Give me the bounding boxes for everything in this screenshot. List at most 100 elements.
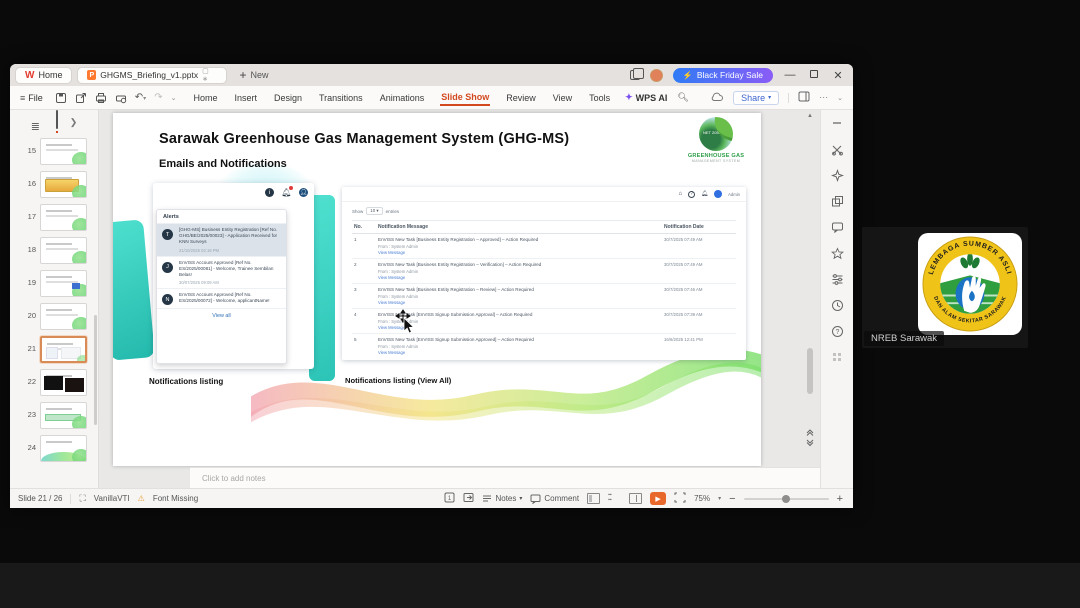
participant-video-tile[interactable]: LEMBAGA SUMBER ASLI DAN ALAM SEKITAR SAR… (862, 227, 1028, 348)
more-quick-icons-chevron[interactable]: ⌄ (171, 94, 177, 102)
layout-icon[interactable] (821, 188, 853, 214)
previous-slide-icon[interactable] (806, 428, 814, 436)
scrollbar-thumb[interactable] (807, 348, 813, 394)
ghgms-logo: NET 2050 GREENHOUSE GAS MANAGEMENT SYSTE… (685, 117, 747, 163)
table-row: 2 EnVISS New Task [Business Entity Regis… (352, 259, 736, 284)
alert-avatar-2: J (162, 261, 173, 273)
fit-slide-icon[interactable] (674, 492, 686, 505)
apps-grid-icon[interactable] (821, 344, 853, 370)
caption-notifications-listing: Notifications listing (149, 377, 224, 386)
print-preview-button[interactable] (115, 92, 127, 104)
notes-toggle-button[interactable]: Notes ▾ (482, 494, 522, 503)
favorites-star-icon[interactable] (821, 240, 853, 266)
slide-thumbnail-18[interactable]: 18 (10, 237, 98, 270)
presenter-view-icon[interactable] (463, 492, 474, 505)
animation-icon[interactable] (821, 162, 853, 188)
undo-button[interactable]: ↶▾ (135, 92, 146, 103)
zoom-in-button[interactable]: + (837, 493, 843, 505)
zoom-slider-handle[interactable] (781, 494, 790, 503)
slide-thumbnail-21-selected[interactable]: 21 (10, 336, 98, 369)
panel-layout-icon[interactable] (798, 91, 810, 104)
settings-sliders-icon[interactable] (821, 266, 853, 292)
menu-review[interactable]: Review (505, 91, 537, 105)
bell-icon: 🔔︎ (281, 186, 293, 197)
slide-thumbnail-15[interactable]: 15 (10, 138, 98, 171)
collapse-ribbon-icon[interactable]: ⌄ (837, 94, 843, 102)
menu-transitions[interactable]: Transitions (318, 91, 364, 105)
maximize-button[interactable] (807, 69, 821, 81)
scroll-up-icon[interactable]: ▲ (807, 113, 813, 119)
zoom-caret-icon[interactable]: ▾ (718, 495, 721, 502)
reading-view-button[interactable] (629, 493, 643, 504)
design-tools-icon[interactable] (821, 136, 853, 162)
user-avatar-small (714, 190, 723, 198)
status-bar: Slide 21 / 26 ⛶ VanillaVTI ⚠ Font Missin… (10, 488, 853, 508)
language-label[interactable]: VanillaVTI (94, 494, 130, 503)
menu-animations[interactable]: Animations (379, 91, 426, 105)
minimize-button[interactable]: — (783, 69, 797, 81)
home-tab[interactable]: W Home (15, 66, 73, 84)
share-button[interactable]: Share ▾ (733, 90, 780, 105)
thumbnail-scrollbar[interactable] (94, 315, 97, 425)
logo-tagline-text: MANAGEMENT SYSTEM (691, 159, 741, 163)
window-stack-icon[interactable] (629, 68, 644, 80)
redo-button[interactable]: ↷ (154, 92, 162, 103)
next-slide-icon[interactable] (806, 439, 814, 447)
screen-share-stage: W Home P GHGMS_Briefing_v1.pptx ▢ ∗ + Ne… (0, 0, 1080, 608)
slideshow-play-button[interactable]: ▶ (650, 492, 667, 505)
menu-home[interactable]: Home (192, 91, 218, 105)
black-friday-sale-button[interactable]: ⚡ Black Friday Sale (672, 67, 773, 83)
collapse-panel-icon[interactable]: ❯ (70, 117, 78, 128)
close-button[interactable]: ✕ (831, 69, 845, 82)
print-button[interactable] (95, 92, 107, 104)
document-tab[interactable]: P GHGMS_Briefing_v1.pptx ▢ ∗ (77, 66, 228, 84)
search-icon[interactable]: 🔍︎ (677, 92, 688, 103)
comment-panel-icon[interactable] (821, 214, 853, 240)
file-menu-button[interactable]: ≡ File (20, 93, 43, 103)
more-options-icon[interactable]: ⋯ (819, 92, 828, 103)
account-avatar[interactable] (649, 68, 663, 82)
slide-21-canvas[interactable]: Sarawak Greenhouse Gas Management System… (113, 113, 761, 466)
slide-scrollbar[interactable]: ▲ (803, 110, 817, 467)
menu-view[interactable]: View (552, 91, 573, 105)
slide-view-tab[interactable] (55, 110, 58, 133)
save-button[interactable] (55, 92, 67, 104)
history-clock-icon[interactable] (821, 292, 853, 318)
cloud-sync-icon[interactable] (710, 92, 724, 104)
slide-thumbnail-17[interactable]: 17 (10, 204, 98, 237)
collapse-rail-icon[interactable] (821, 110, 853, 136)
slide-thumbnail-16[interactable]: 16 (10, 171, 98, 204)
slide-thumbnail-22[interactable]: 22 (10, 369, 98, 402)
notes-area[interactable]: Click to add notes (190, 467, 853, 488)
spellcheck-icon: ⛶ (79, 493, 86, 503)
sale-label: Black Friday Sale (696, 70, 763, 80)
menu-slide-show[interactable]: Slide Show (440, 90, 491, 106)
zoom-out-button[interactable]: − (729, 493, 735, 505)
document-tab-label: GHGMS_Briefing_v1.pptx (100, 70, 199, 80)
comment-button[interactable]: Comment (530, 494, 579, 504)
slide-thumbnail-20[interactable]: 20 (10, 303, 98, 336)
zoom-level-label[interactable]: 75% (694, 494, 710, 503)
slide-sorter-button[interactable] (608, 493, 621, 504)
slide-thumbnail-19[interactable]: 19 (10, 270, 98, 303)
export-button[interactable] (75, 92, 87, 104)
slide-thumbnail-panel: ❯ 15 16 17 18 (10, 110, 99, 508)
slide-note-icon[interactable]: 1 (444, 492, 455, 505)
wps-ai-button[interactable]: ✦ WPS AI (625, 92, 667, 103)
menu-insert[interactable]: Insert (233, 91, 258, 105)
alerts-screenshot: i 🔔︎ 👤︎ Alerts T [GHG-MS] Business Entit… (153, 183, 314, 369)
file-menu-label: File (28, 92, 43, 103)
slide-thumbnail-24[interactable]: 24 (10, 435, 98, 468)
alert-avatar-1: T (162, 229, 173, 240)
slide-thumbnail-23[interactable]: 23 (10, 402, 98, 435)
outline-view-icon[interactable] (31, 117, 44, 128)
table-row: 1 EnVISS New Task [Business Entity Regis… (352, 234, 736, 259)
help-icon[interactable]: ? (821, 318, 853, 344)
font-missing-label[interactable]: Font Missing (153, 494, 198, 503)
new-tab-button[interactable]: + New (239, 68, 268, 82)
menu-tools[interactable]: Tools (588, 91, 611, 105)
zoom-slider[interactable] (743, 494, 829, 503)
warning-icon: ⚠ (137, 494, 145, 503)
normal-view-button[interactable] (587, 493, 601, 504)
menu-design[interactable]: Design (273, 91, 303, 105)
